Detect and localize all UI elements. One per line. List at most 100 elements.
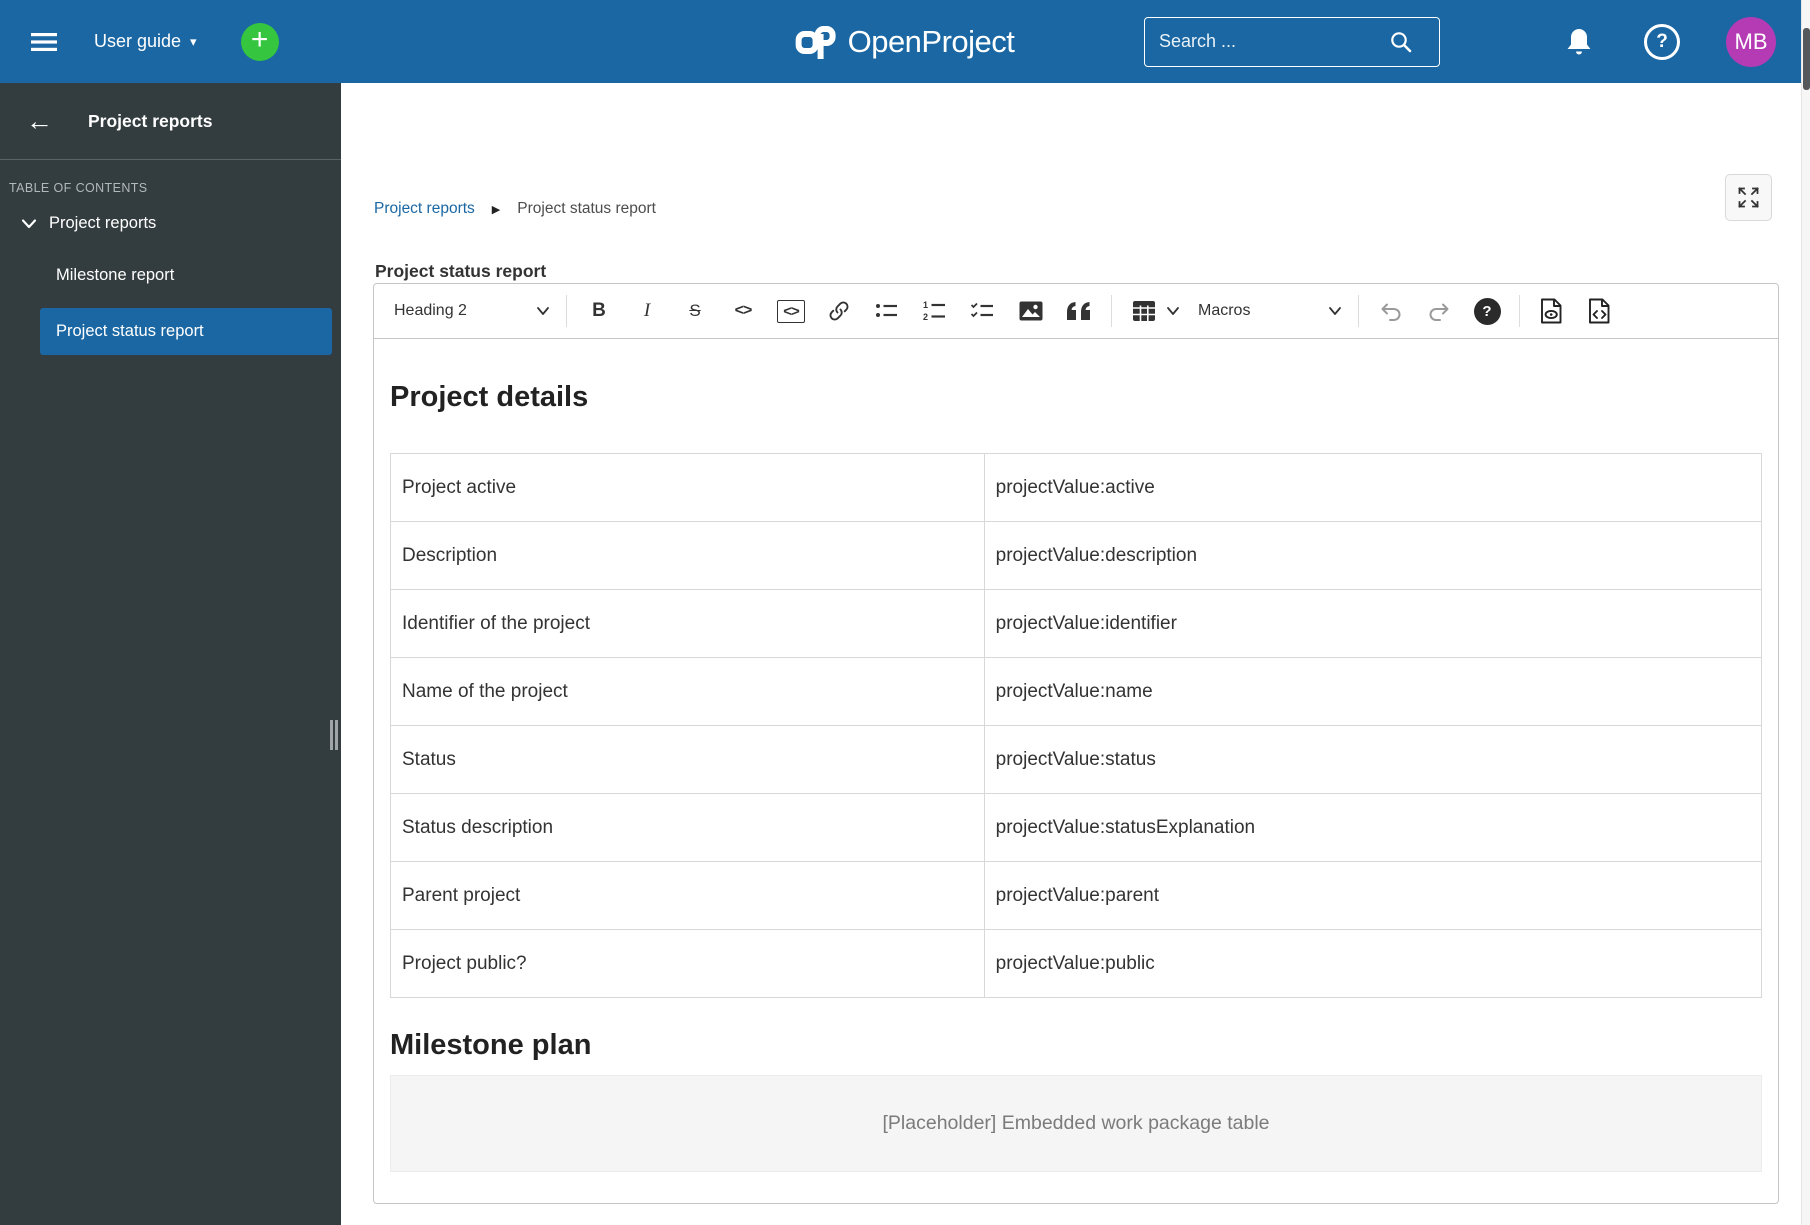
heading-style-dropdown[interactable]: Heading 2 <box>386 292 558 330</box>
embedded-work-package-placeholder[interactable]: [Placeholder] Embedded work package tabl… <box>390 1075 1762 1172</box>
inline-code-button[interactable]: <> <box>726 294 760 328</box>
wiki-editor: Heading 2 B I S <> <> 12 Macros ? Projec… <box>373 283 1779 1204</box>
image-icon <box>1019 301 1043 321</box>
preview-eye-icon <box>1541 298 1562 324</box>
insert-image-button[interactable] <box>1014 294 1048 328</box>
detail-label-cell[interactable]: Name of the project <box>390 657 985 726</box>
detail-value-cell[interactable]: projectValue:description <box>983 521 1763 590</box>
detail-value-cell[interactable]: projectValue:identifier <box>983 589 1763 658</box>
bold-button[interactable]: B <box>582 294 616 328</box>
avatar-initials: MB <box>1734 28 1768 54</box>
detail-value-cell[interactable]: projectValue:status <box>983 725 1763 794</box>
back-arrow-icon[interactable]: ← <box>26 107 53 135</box>
notifications-bell-icon[interactable] <box>1564 26 1594 58</box>
placeholder-text: [Placeholder] Embedded work package tabl… <box>882 1112 1270 1134</box>
link-button[interactable] <box>822 294 856 328</box>
expand-icon <box>1738 187 1759 208</box>
table-row: Project active projectValue:active <box>390 453 1763 522</box>
page-title: Project status report <box>375 261 547 281</box>
main-content: Project reports ▶ Project status report … <box>341 83 1801 1225</box>
openproject-logo-text: OpenProject <box>847 23 1015 59</box>
numbered-list-icon: 12 <box>923 300 945 322</box>
editor-help-icon: ? <box>1473 297 1501 325</box>
editor-content[interactable]: Project details Project active projectVa… <box>374 381 1778 1172</box>
search-icon <box>1391 31 1412 52</box>
editor-help-button[interactable]: ? <box>1470 294 1504 328</box>
undo-button[interactable] <box>1374 294 1408 328</box>
table-options-chevron[interactable] <box>1163 294 1183 328</box>
chevron-down-icon <box>537 307 549 315</box>
detail-label-cell[interactable]: Identifier of the project <box>390 589 985 658</box>
detail-label-cell[interactable]: Description <box>390 521 985 590</box>
chevron-down-icon <box>1329 307 1341 315</box>
table-row: Parent project projectValue:parent <box>390 861 1763 930</box>
detail-value-cell[interactable]: projectValue:active <box>983 453 1763 522</box>
table-row: Status description projectValue:statusEx… <box>390 793 1763 862</box>
global-search[interactable] <box>1144 16 1440 67</box>
table-row: Description projectValue:description <box>390 521 1763 590</box>
source-code-icon <box>1589 298 1610 324</box>
fullscreen-expand-button[interactable] <box>1725 174 1772 221</box>
view-source-button[interactable] <box>1583 294 1617 328</box>
code-block-button[interactable]: <> <box>774 294 808 328</box>
section-heading-project-details[interactable]: Project details <box>390 381 1762 414</box>
link-icon <box>829 301 849 321</box>
detail-value-cell[interactable]: projectValue:public <box>983 929 1763 998</box>
macros-label: Macros <box>1198 302 1251 319</box>
breadcrumb-current: Project status report <box>517 200 656 217</box>
apps-grid-icon[interactable] <box>1485 28 1512 55</box>
detail-label-cell[interactable]: Project active <box>390 453 985 522</box>
section-heading-milestone-plan[interactable]: Milestone plan <box>390 1029 1762 1062</box>
top-header-bar: User guide ▾ + OpenProject ? MB <box>0 0 1810 83</box>
block-quote-button[interactable] <box>1062 294 1096 328</box>
openproject-logo-mark <box>795 25 836 59</box>
project-selector-dropdown[interactable]: User guide ▾ <box>94 31 197 52</box>
help-icon[interactable]: ? <box>1644 23 1680 60</box>
search-input[interactable] <box>1159 31 1389 52</box>
project-selector-label: User guide <box>94 31 182 51</box>
detail-label-cell[interactable]: Status <box>390 725 985 794</box>
user-avatar[interactable]: MB <box>1726 16 1776 67</box>
detail-value-cell[interactable]: projectValue:parent <box>983 861 1763 930</box>
table-row: Project public? projectValue:public <box>390 929 1763 998</box>
bulleted-list-button[interactable] <box>870 294 904 328</box>
sidebar-item-project-reports[interactable]: Project reports <box>21 214 341 233</box>
table-icon <box>1133 301 1155 321</box>
sidebar-item-project-status-report[interactable]: Project status report <box>40 308 332 355</box>
svg-text:2: 2 <box>923 312 928 322</box>
openproject-logo[interactable]: OpenProject <box>795 22 1015 62</box>
table-row: Name of the project projectValue:name <box>390 657 1763 726</box>
detail-label-cell[interactable]: Parent project <box>390 861 985 930</box>
editor-toolbar: Heading 2 B I S <> <> 12 Macros ? <box>374 284 1778 339</box>
scrollbar-thumb[interactable] <box>1803 28 1810 90</box>
table-row: Status projectValue:status <box>390 725 1763 794</box>
global-add-button[interactable]: + <box>240 22 279 61</box>
sidebar-item-label: Project status report <box>56 322 204 340</box>
wiki-sidebar: ← Project reports TABLE OF CONTENTS Proj… <box>0 83 341 1225</box>
sidebar-item-milestone-report[interactable]: Milestone report <box>56 266 341 285</box>
sidebar-resize-handle[interactable] <box>330 720 340 750</box>
hamburger-menu-icon[interactable] <box>24 22 64 62</box>
plus-icon: + <box>250 23 269 56</box>
redo-button[interactable] <box>1422 294 1456 328</box>
preview-markup-button[interactable] <box>1535 294 1569 328</box>
macros-dropdown[interactable]: Macros <box>1190 292 1350 330</box>
strikethrough-button[interactable]: S <box>678 294 712 328</box>
numbered-list-button[interactable]: 12 <box>918 294 952 328</box>
breadcrumb: Project reports ▶ Project status report <box>374 200 656 218</box>
italic-button[interactable]: I <box>630 294 664 328</box>
quote-icon <box>1067 302 1090 320</box>
detail-value-cell[interactable]: projectValue:name <box>983 657 1763 726</box>
insert-table-button[interactable] <box>1127 294 1161 328</box>
page-scrollbar <box>1801 0 1810 1225</box>
redo-icon <box>1429 303 1449 321</box>
todo-list-button[interactable] <box>966 294 1000 328</box>
heading-style-label: Heading 2 <box>394 302 467 319</box>
project-details-table: Project active projectValue:active Descr… <box>390 453 1763 998</box>
detail-value-cell[interactable]: projectValue:statusExplanation <box>983 793 1763 862</box>
breadcrumb-link-project-reports[interactable]: Project reports <box>374 200 475 218</box>
sidebar-item-label: Project reports <box>49 214 157 232</box>
caret-down-icon: ▾ <box>190 33 197 49</box>
detail-label-cell[interactable]: Project public? <box>390 929 985 998</box>
detail-label-cell[interactable]: Status description <box>390 793 985 862</box>
